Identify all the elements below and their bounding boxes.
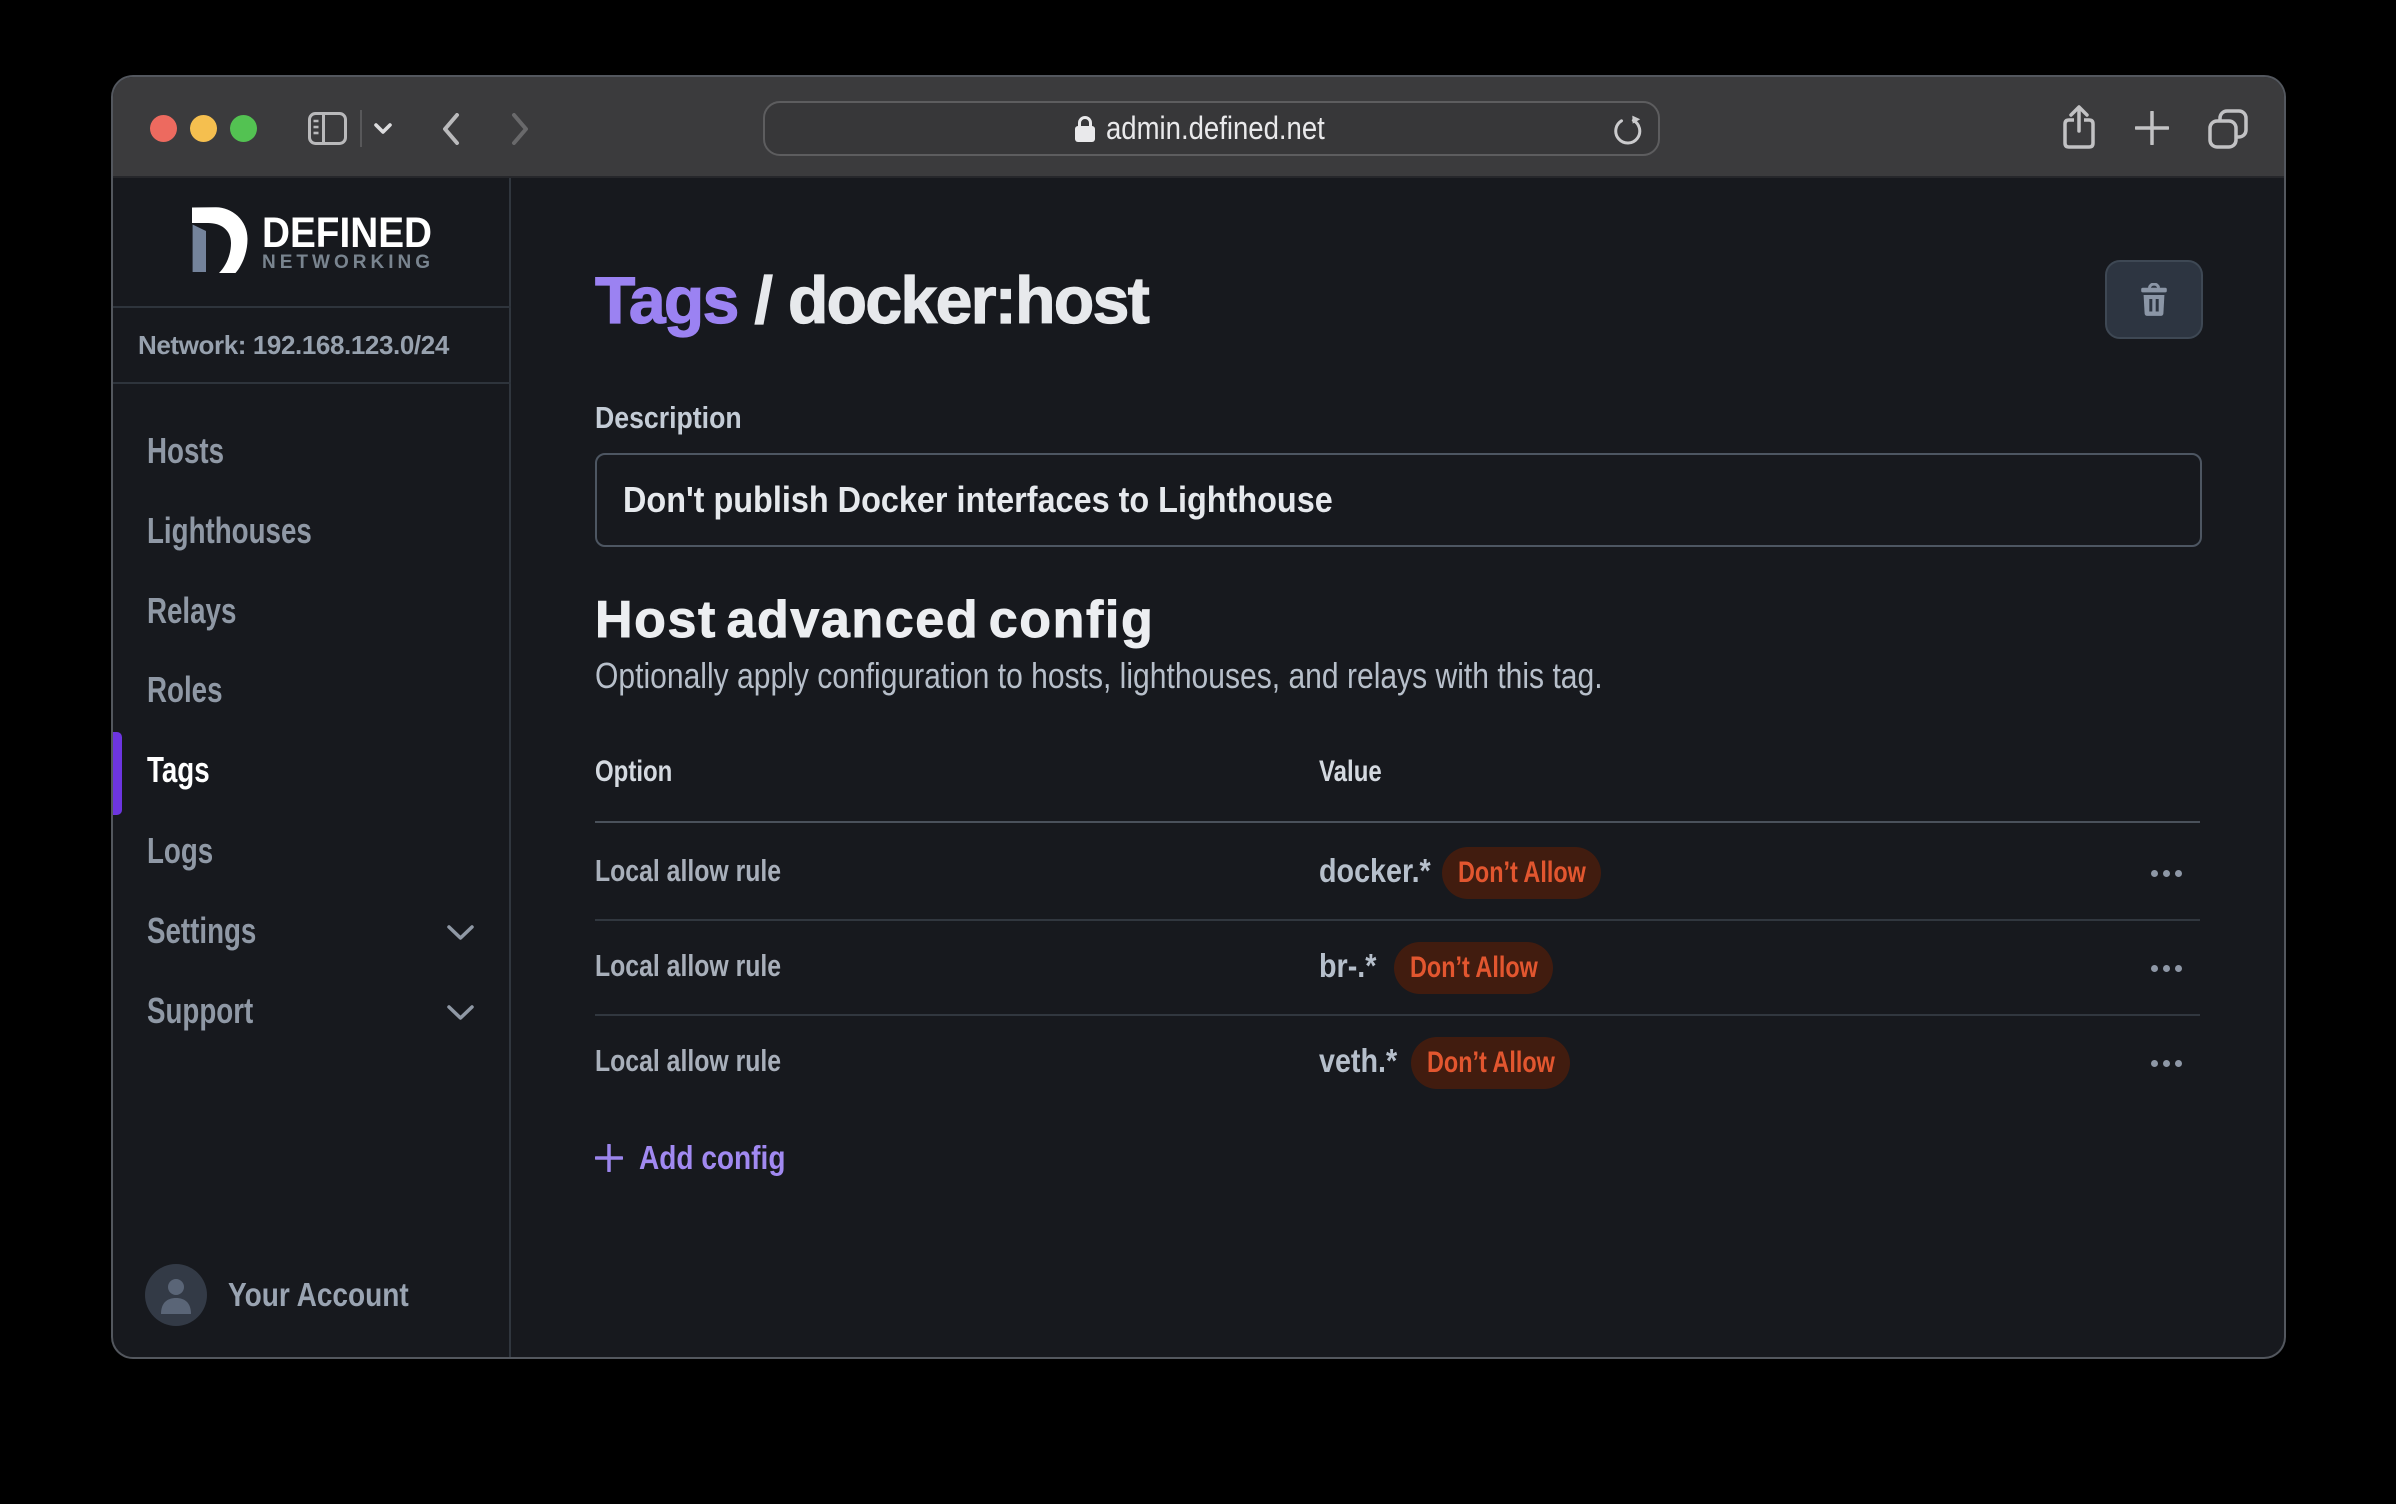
svg-text:NETWORKING: NETWORKING [262,252,430,273]
svg-text:DEFINED: DEFINED [262,209,432,257]
